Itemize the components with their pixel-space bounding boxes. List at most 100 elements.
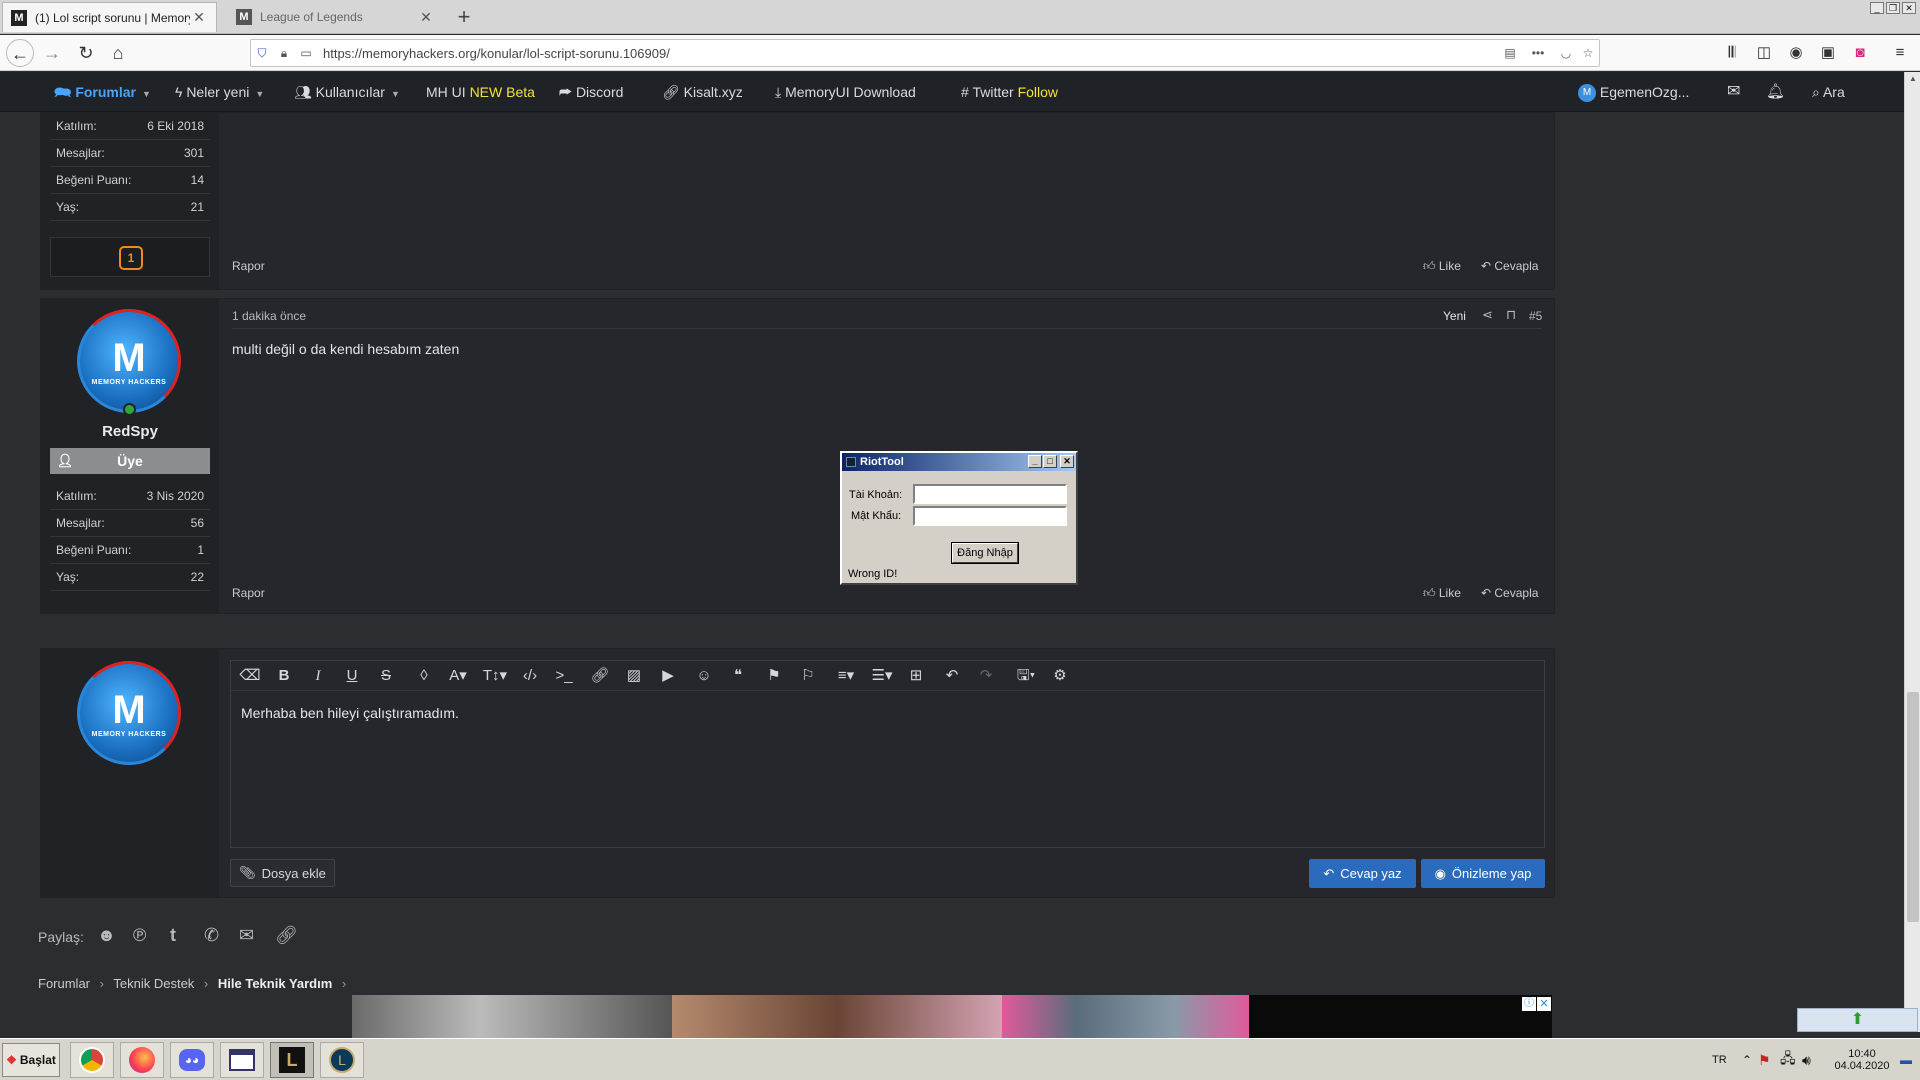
underline-icon[interactable]: U: [339, 665, 365, 687]
taskbar-firefox[interactable]: [120, 1042, 164, 1078]
pinterest-icon[interactable]: ℗: [133, 925, 146, 946]
chevron-down-icon[interactable]: ▼: [255, 89, 264, 99]
breadcrumb-item[interactable]: Forumlar: [38, 976, 90, 991]
tumblr-icon[interactable]: t: [170, 925, 176, 946]
spoiler-icon[interactable]: ⚑: [761, 665, 787, 687]
nav-forumlar[interactable]: 🗪︎ Forumlar ▼: [54, 72, 151, 112]
login-button[interactable]: Đăng Nhập: [951, 542, 1019, 564]
align-icon[interactable]: ≡▾: [831, 665, 861, 687]
tray-flag-icon[interactable]: ⚑: [1758, 1039, 1771, 1080]
bookmark-star-icon[interactable]: ☆: [1577, 46, 1599, 60]
inline-spoiler-icon[interactable]: ⚐: [795, 665, 821, 687]
clock[interactable]: 10:40 04.04.2020: [1828, 1039, 1896, 1080]
volume-icon[interactable]: 🔊︎: [1802, 1039, 1811, 1080]
breadcrumb-item[interactable]: Hile Teknik Yardım: [218, 976, 332, 991]
nav-user[interactable]: M EgemenOzg...: [1578, 72, 1689, 112]
bell-icon[interactable]: 🔔︎: [1766, 72, 1785, 112]
permissions-icon[interactable]: ▭: [295, 46, 317, 60]
preview-button[interactable]: ◉ Önizleme yap: [1421, 859, 1545, 888]
more-actions-icon[interactable]: •••: [1521, 46, 1555, 60]
drafts-icon[interactable]: 🖫︎▾: [1011, 665, 1041, 687]
instagram-icon[interactable]: ◙: [1846, 39, 1874, 67]
avatar[interactable]: M MEMORY HACKERS: [77, 661, 181, 765]
forward-button[interactable]: →: [38, 39, 66, 67]
account-icon[interactable]: ◉: [1782, 39, 1810, 67]
password-input[interactable]: [913, 506, 1067, 526]
extension-icon[interactable]: ▣: [1814, 39, 1842, 67]
nav-memoryui-download[interactable]: ⤓ MemoryUI Download: [775, 72, 916, 112]
menu-hamburger-icon[interactable]: ≡: [1886, 39, 1914, 67]
bookmark-icon[interactable]: ⊓: [1506, 307, 1516, 323]
quote-icon[interactable]: ❝: [725, 665, 751, 687]
close-tab-icon[interactable]: ✕: [190, 9, 208, 26]
nav-kisalt[interactable]: 🔗︎ Kisalt.xyz: [662, 72, 743, 112]
scroll-up-icon[interactable]: ▲: [1907, 74, 1919, 86]
taskbar-riottool[interactable]: L: [270, 1042, 314, 1078]
whatsapp-icon[interactable]: ✆: [204, 925, 219, 946]
chevron-down-icon[interactable]: ▼: [142, 89, 151, 99]
inline-code-icon[interactable]: >_: [551, 665, 577, 687]
editor-text[interactable]: Merhaba ben hileyi çalıştıramadım.: [241, 705, 459, 721]
tab-memoryhackers[interactable]: M (1) Lol script sorunu | MemoryHack ✕: [2, 2, 217, 32]
url-text[interactable]: https://memoryhackers.org/konular/lol-sc…: [317, 46, 1499, 61]
dialog-titlebar[interactable]: RiotTool _ □ ✕: [842, 453, 1076, 471]
lock-icon[interactable]: 🔒︎: [273, 46, 295, 61]
nav-neler-yeni[interactable]: ϟ Neler yeni ▼: [175, 72, 264, 112]
strikethrough-icon[interactable]: S: [373, 665, 399, 687]
taskbar-chrome[interactable]: [70, 1042, 114, 1078]
nav-kullanicilar[interactable]: 👥︎ Kullanıcılar ▼: [294, 72, 400, 112]
language-indicator[interactable]: TR: [1712, 1039, 1727, 1080]
avatar[interactable]: M MEMORY HACKERS: [77, 309, 181, 413]
reply-editor[interactable]: ⌫ B I U S ◊ A▾ T↕▾ ‹/› >_ 🔗︎ ▨ ▶ ☺ ❝ ⚑ ⚐…: [230, 660, 1545, 848]
reload-button[interactable]: ↻: [72, 39, 100, 67]
inbox-icon[interactable]: ✉: [1727, 72, 1740, 112]
back-button[interactable]: ←: [6, 39, 34, 67]
nav-mh-ui[interactable]: MH UI NEW Beta: [426, 72, 535, 112]
font-family-icon[interactable]: A▾: [445, 665, 471, 687]
nav-twitter[interactable]: # Twitter Follow: [961, 72, 1058, 112]
like-button[interactable]: 👍︎ Like: [1423, 586, 1461, 601]
notification-icon[interactable]: ▬: [1900, 1039, 1912, 1080]
username[interactable]: RedSpy: [41, 423, 219, 440]
bold-icon[interactable]: B: [271, 665, 297, 687]
dialog-maximize-button[interactable]: □: [1043, 455, 1057, 468]
reply-button[interactable]: ↶ Cevapla: [1481, 259, 1538, 273]
vertical-scrollbar[interactable]: ▲ ▼: [1904, 72, 1920, 1032]
list-icon[interactable]: ☰▾: [867, 665, 897, 687]
dialog-minimize-button[interactable]: _: [1028, 455, 1042, 468]
taskbar-window[interactable]: [220, 1042, 264, 1078]
home-button[interactable]: ⌂: [104, 39, 132, 67]
nav-search[interactable]: ⌕ Ara: [1812, 72, 1845, 112]
image-icon[interactable]: ▨: [621, 665, 647, 687]
report-link[interactable]: Rapor: [232, 586, 265, 600]
close-tab-icon[interactable]: ✕: [417, 9, 435, 26]
reader-view-icon[interactable]: ▤: [1499, 46, 1521, 60]
taskbar-league[interactable]: L: [320, 1042, 364, 1078]
minimize-window-button[interactable]: _: [1870, 2, 1884, 14]
link-icon[interactable]: 🔗︎: [587, 665, 613, 687]
smiley-icon[interactable]: ☺: [691, 665, 717, 687]
dialog-close-button[interactable]: ✕: [1060, 455, 1074, 468]
library-icon[interactable]: 𝄃𝄃: [1718, 39, 1746, 67]
breadcrumb-item[interactable]: Teknik Destek: [113, 976, 194, 991]
restore-window-button[interactable]: ❐: [1886, 2, 1900, 14]
ad-info-icon[interactable]: ⓘ: [1522, 997, 1536, 1011]
gear-icon[interactable]: ⚙: [1047, 665, 1073, 687]
trophy-badge-icon[interactable]: 1: [119, 246, 143, 270]
submit-reply-button[interactable]: ↶ Cevap yaz: [1309, 859, 1416, 888]
close-window-button[interactable]: ✕: [1902, 2, 1916, 14]
start-button[interactable]: ❖ Başlat: [2, 1043, 60, 1077]
post-number[interactable]: #5: [1529, 309, 1542, 323]
attach-file-button[interactable]: 📎︎ Dosya ekle: [230, 859, 335, 887]
font-size-icon[interactable]: T↕▾: [479, 665, 511, 687]
chevron-down-icon[interactable]: ▼: [391, 89, 400, 99]
pocket-icon[interactable]: ◡: [1555, 46, 1577, 60]
share-icon[interactable]: ⋖: [1482, 307, 1493, 323]
sidebar-icon[interactable]: ◫: [1750, 39, 1778, 67]
ad-close-icon[interactable]: ✕: [1537, 997, 1551, 1011]
undo-icon[interactable]: ↶: [939, 665, 965, 687]
italic-icon[interactable]: I: [305, 665, 331, 687]
reply-button[interactable]: ↶ Cevapla: [1481, 586, 1538, 600]
tray-expand-icon[interactable]: ⌃: [1742, 1039, 1752, 1080]
link-icon[interactable]: 🔗︎: [275, 925, 298, 946]
